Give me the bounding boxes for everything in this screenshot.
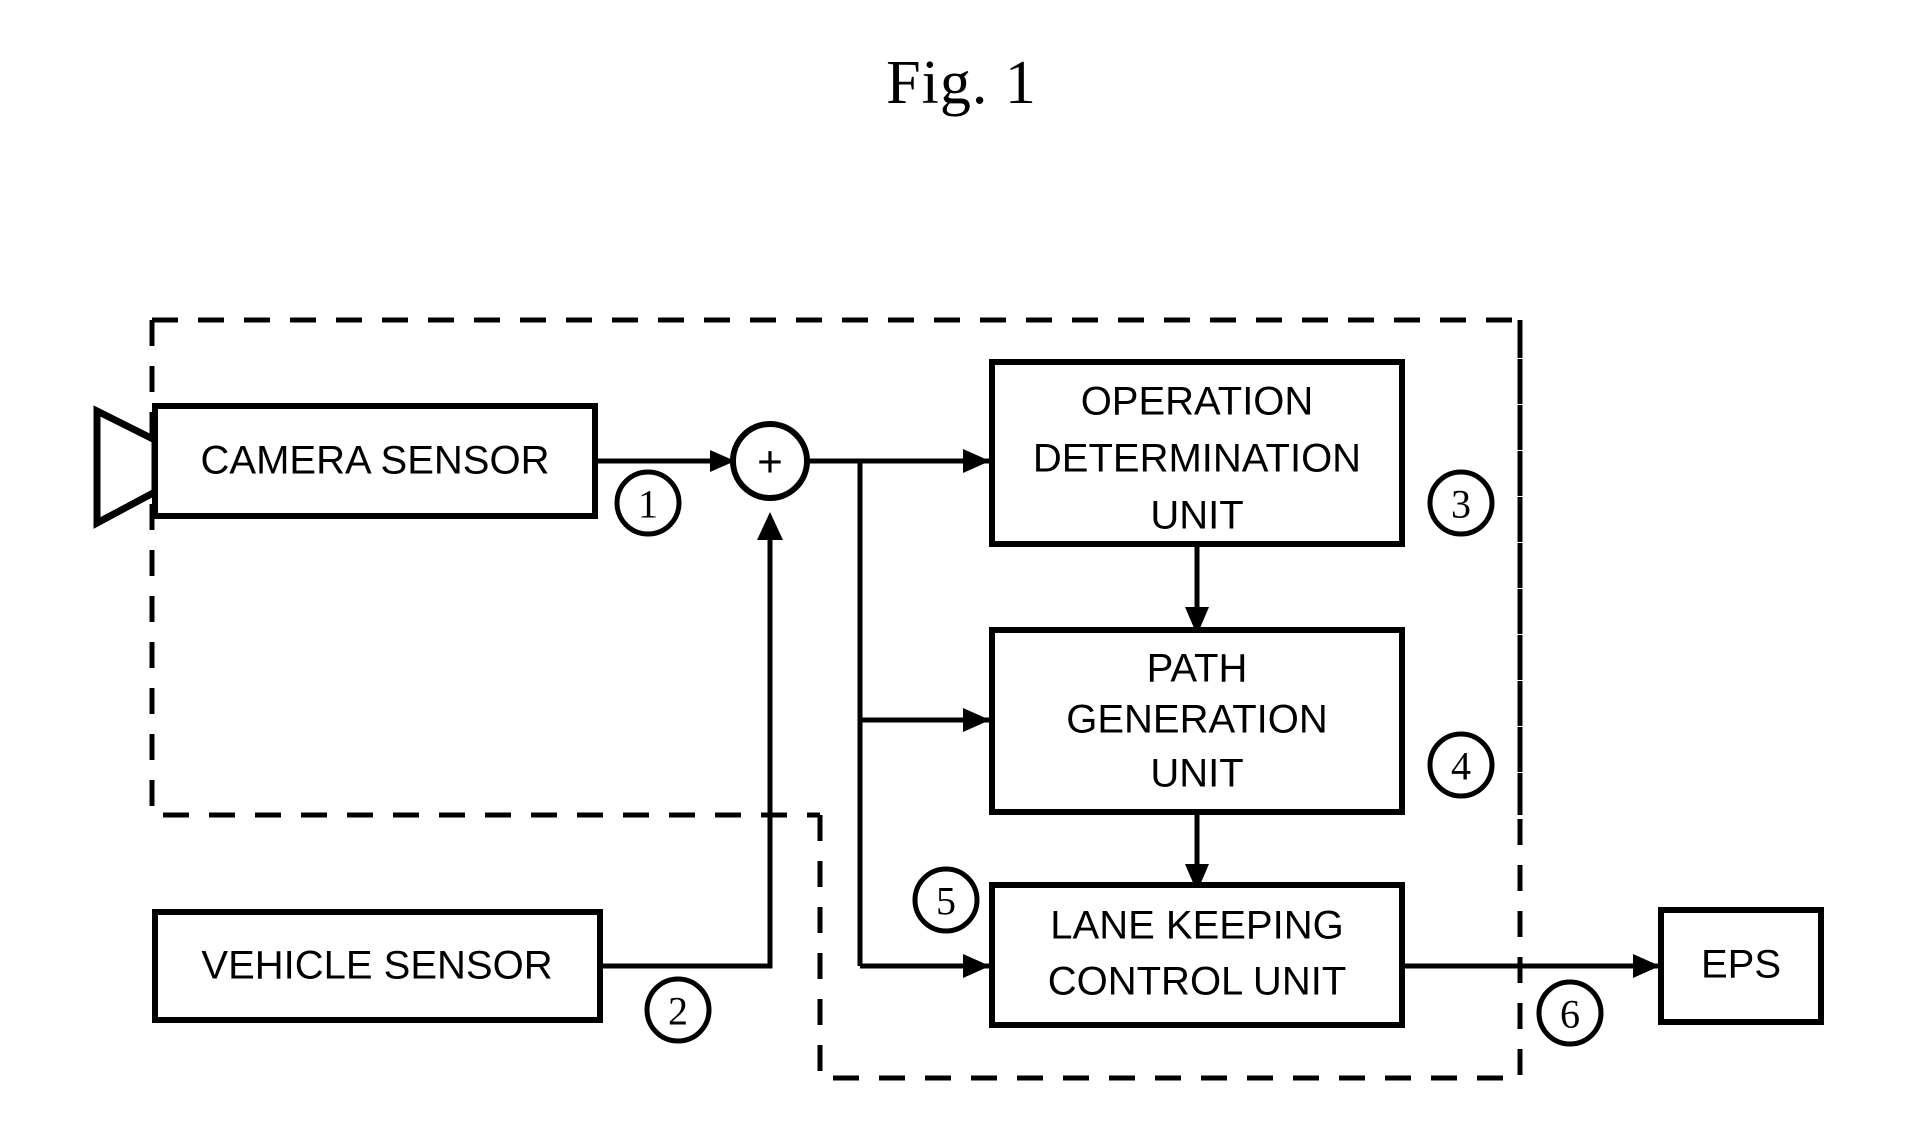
connector-pathgen-to-lanekeeping xyxy=(1185,812,1209,892)
ref-number-2: 2 xyxy=(668,989,688,1034)
lane-keeping-control-unit-label-line1: LANE KEEPING xyxy=(1050,904,1343,948)
ref-number-6: 6 xyxy=(1560,992,1580,1037)
vehicle-sensor-label: VEHICLE SENSOR xyxy=(201,944,552,988)
block-diagram-canvas: CAMERA SENSOR 1 + OPERATION DETERMINATIO… xyxy=(93,317,1824,1081)
path-generation-unit-label-line3: UNIT xyxy=(1150,752,1243,796)
camera-lens-icon xyxy=(93,405,159,529)
connector-lanekeeping-to-eps xyxy=(1402,954,1660,978)
path-generation-unit-label-line1: PATH xyxy=(1147,647,1248,691)
ref-number-1: 1 xyxy=(638,482,658,527)
figure-root: Fig. 1 CAMERA SENSOR 1 + OPERATION DETER… xyxy=(0,0,1923,1148)
operation-determination-unit-label-line1: OPERATION xyxy=(1081,380,1314,424)
operation-determination-unit-label-line3: UNIT xyxy=(1150,494,1243,538)
summing-junction-symbol: + xyxy=(757,438,783,487)
camera-sensor-label: CAMERA SENSOR xyxy=(201,439,550,483)
ref-number-5: 5 xyxy=(936,879,956,924)
connector-camera-to-sum xyxy=(595,450,735,472)
ref-number-4: 4 xyxy=(1451,744,1471,789)
ref-number-3: 3 xyxy=(1451,482,1471,527)
connector-opdet-to-pathgen xyxy=(1185,544,1209,635)
eps-label: EPS xyxy=(1701,943,1781,987)
operation-determination-unit-label-line2: DETERMINATION xyxy=(1033,437,1361,481)
path-generation-unit-label-line2: GENERATION xyxy=(1066,698,1328,742)
lane-keeping-control-unit-label-line2: CONTROL UNIT xyxy=(1048,960,1347,1004)
connector-vehicle-to-sum xyxy=(600,512,783,969)
